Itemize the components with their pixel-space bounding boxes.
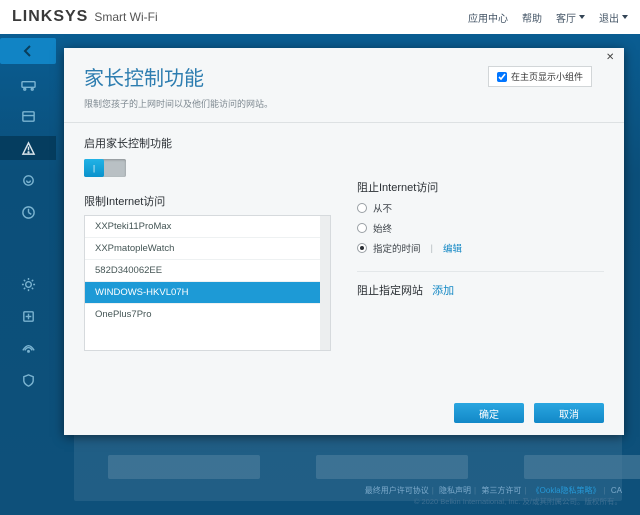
bg-card bbox=[524, 455, 640, 479]
radio-icon bbox=[357, 203, 367, 213]
app-header: LINKSYS Smart Wi-Fi 应用中心 帮助 客厅 退出 bbox=[0, 0, 640, 34]
parental-control-modal: ✕ 家长控制功能 限制您孩子的上网时间以及他们能访问的网站。 在主页显示小组件 … bbox=[64, 48, 624, 435]
right-column: 阻止Internet访问 从不 始终 指定的时间|编辑 阻止指定网站 添加 bbox=[357, 135, 604, 419]
rail-item-parental[interactable] bbox=[0, 136, 56, 160]
footer-copyright: © 2020 Belkin International, Inc. 及/或其附属… bbox=[365, 497, 622, 508]
block-sites-title: 阻止指定网站 添加 bbox=[357, 282, 604, 298]
rail-item-8[interactable] bbox=[0, 336, 56, 360]
modal-footer: 确定 取消 bbox=[454, 403, 604, 423]
left-column: 启用家长控制功能 | 限制Internet访问 XXPteki11ProMaxX… bbox=[84, 135, 331, 419]
brand-subtitle: Smart Wi-Fi bbox=[94, 10, 157, 24]
rail-item-4[interactable] bbox=[0, 168, 56, 192]
rail-item-5[interactable] bbox=[0, 200, 56, 224]
ok-button[interactable]: 确定 bbox=[454, 403, 524, 423]
footer-eula[interactable]: 最终用户许可协议 bbox=[365, 486, 429, 495]
back-button[interactable] bbox=[0, 38, 56, 64]
show-widget-checkbox[interactable]: 在主页显示小组件 bbox=[488, 66, 592, 87]
bg-card bbox=[108, 455, 260, 479]
radio-icon bbox=[357, 243, 367, 253]
bg-card bbox=[316, 455, 468, 479]
footer-thirdparty[interactable]: 第三方许可 bbox=[481, 486, 521, 495]
block-access-radios: 从不 始终 指定的时间|编辑 bbox=[357, 201, 604, 255]
edit-link[interactable]: 编辑 bbox=[443, 241, 462, 255]
footer-ookla[interactable]: 《Ookla隐私策略》 bbox=[532, 486, 601, 495]
footer-ca[interactable]: CA bbox=[611, 486, 622, 495]
rail-item-9[interactable] bbox=[0, 368, 56, 392]
show-widget-input[interactable] bbox=[497, 72, 507, 82]
brand-logo: LINKSYS bbox=[12, 8, 88, 26]
device-list: XXPteki11ProMaxXXPmatopleWatch582D340062… bbox=[84, 215, 331, 351]
enable-label: 启用家长控制功能 bbox=[84, 135, 331, 151]
device-item[interactable]: XXPmatopleWatch bbox=[85, 237, 330, 259]
bg-cards bbox=[108, 455, 640, 479]
radio-never[interactable]: 从不 bbox=[357, 201, 604, 215]
nav-app-center[interactable]: 应用中心 bbox=[468, 10, 508, 25]
chevron-down-icon bbox=[622, 15, 628, 19]
device-item[interactable]: OnePlus7Pro bbox=[85, 303, 330, 325]
nav-room[interactable]: 客厅 bbox=[556, 10, 585, 25]
main-area: ✕ 家长控制功能 限制您孩子的上网时间以及他们能访问的网站。 在主页显示小组件 … bbox=[0, 34, 640, 515]
chevron-down-icon bbox=[579, 15, 585, 19]
rail-item-7[interactable] bbox=[0, 304, 56, 328]
cancel-button[interactable]: 取消 bbox=[534, 403, 604, 423]
rail-item-2[interactable] bbox=[0, 104, 56, 128]
footer-privacy[interactable]: 隐私声明 bbox=[439, 486, 471, 495]
enable-toggle[interactable]: | bbox=[84, 159, 126, 177]
top-nav: 应用中心 帮助 客厅 退出 bbox=[468, 10, 628, 25]
scrollbar[interactable] bbox=[320, 216, 330, 350]
modal-subtitle: 限制您孩子的上网时间以及他们能访问的网站。 bbox=[84, 97, 604, 110]
radio-icon bbox=[357, 223, 367, 233]
restrict-section-title: 限制Internet访问 bbox=[84, 193, 331, 209]
device-item[interactable]: WINDOWS-HKVL07H bbox=[85, 281, 330, 303]
nav-logout[interactable]: 退出 bbox=[599, 10, 628, 25]
rail-item-1[interactable] bbox=[0, 72, 56, 96]
block-access-title: 阻止Internet访问 bbox=[357, 179, 604, 195]
toggle-knob: | bbox=[84, 159, 104, 177]
left-rail bbox=[0, 34, 56, 515]
close-icon[interactable]: ✕ bbox=[606, 52, 618, 64]
radio-always[interactable]: 始终 bbox=[357, 221, 604, 235]
divider bbox=[357, 271, 604, 272]
radio-scheduled[interactable]: 指定的时间|编辑 bbox=[357, 241, 604, 255]
rail-item-6[interactable] bbox=[0, 272, 56, 296]
add-site-link[interactable]: 添加 bbox=[432, 285, 454, 297]
device-item[interactable]: 582D340062EE bbox=[85, 259, 330, 281]
nav-help[interactable]: 帮助 bbox=[522, 10, 542, 25]
footer-links: 最终用户许可协议| 隐私声明| 第三方许可| 《Ookla隐私策略》| CA ©… bbox=[365, 485, 622, 507]
device-item[interactable]: XXPteki11ProMax bbox=[85, 216, 330, 237]
